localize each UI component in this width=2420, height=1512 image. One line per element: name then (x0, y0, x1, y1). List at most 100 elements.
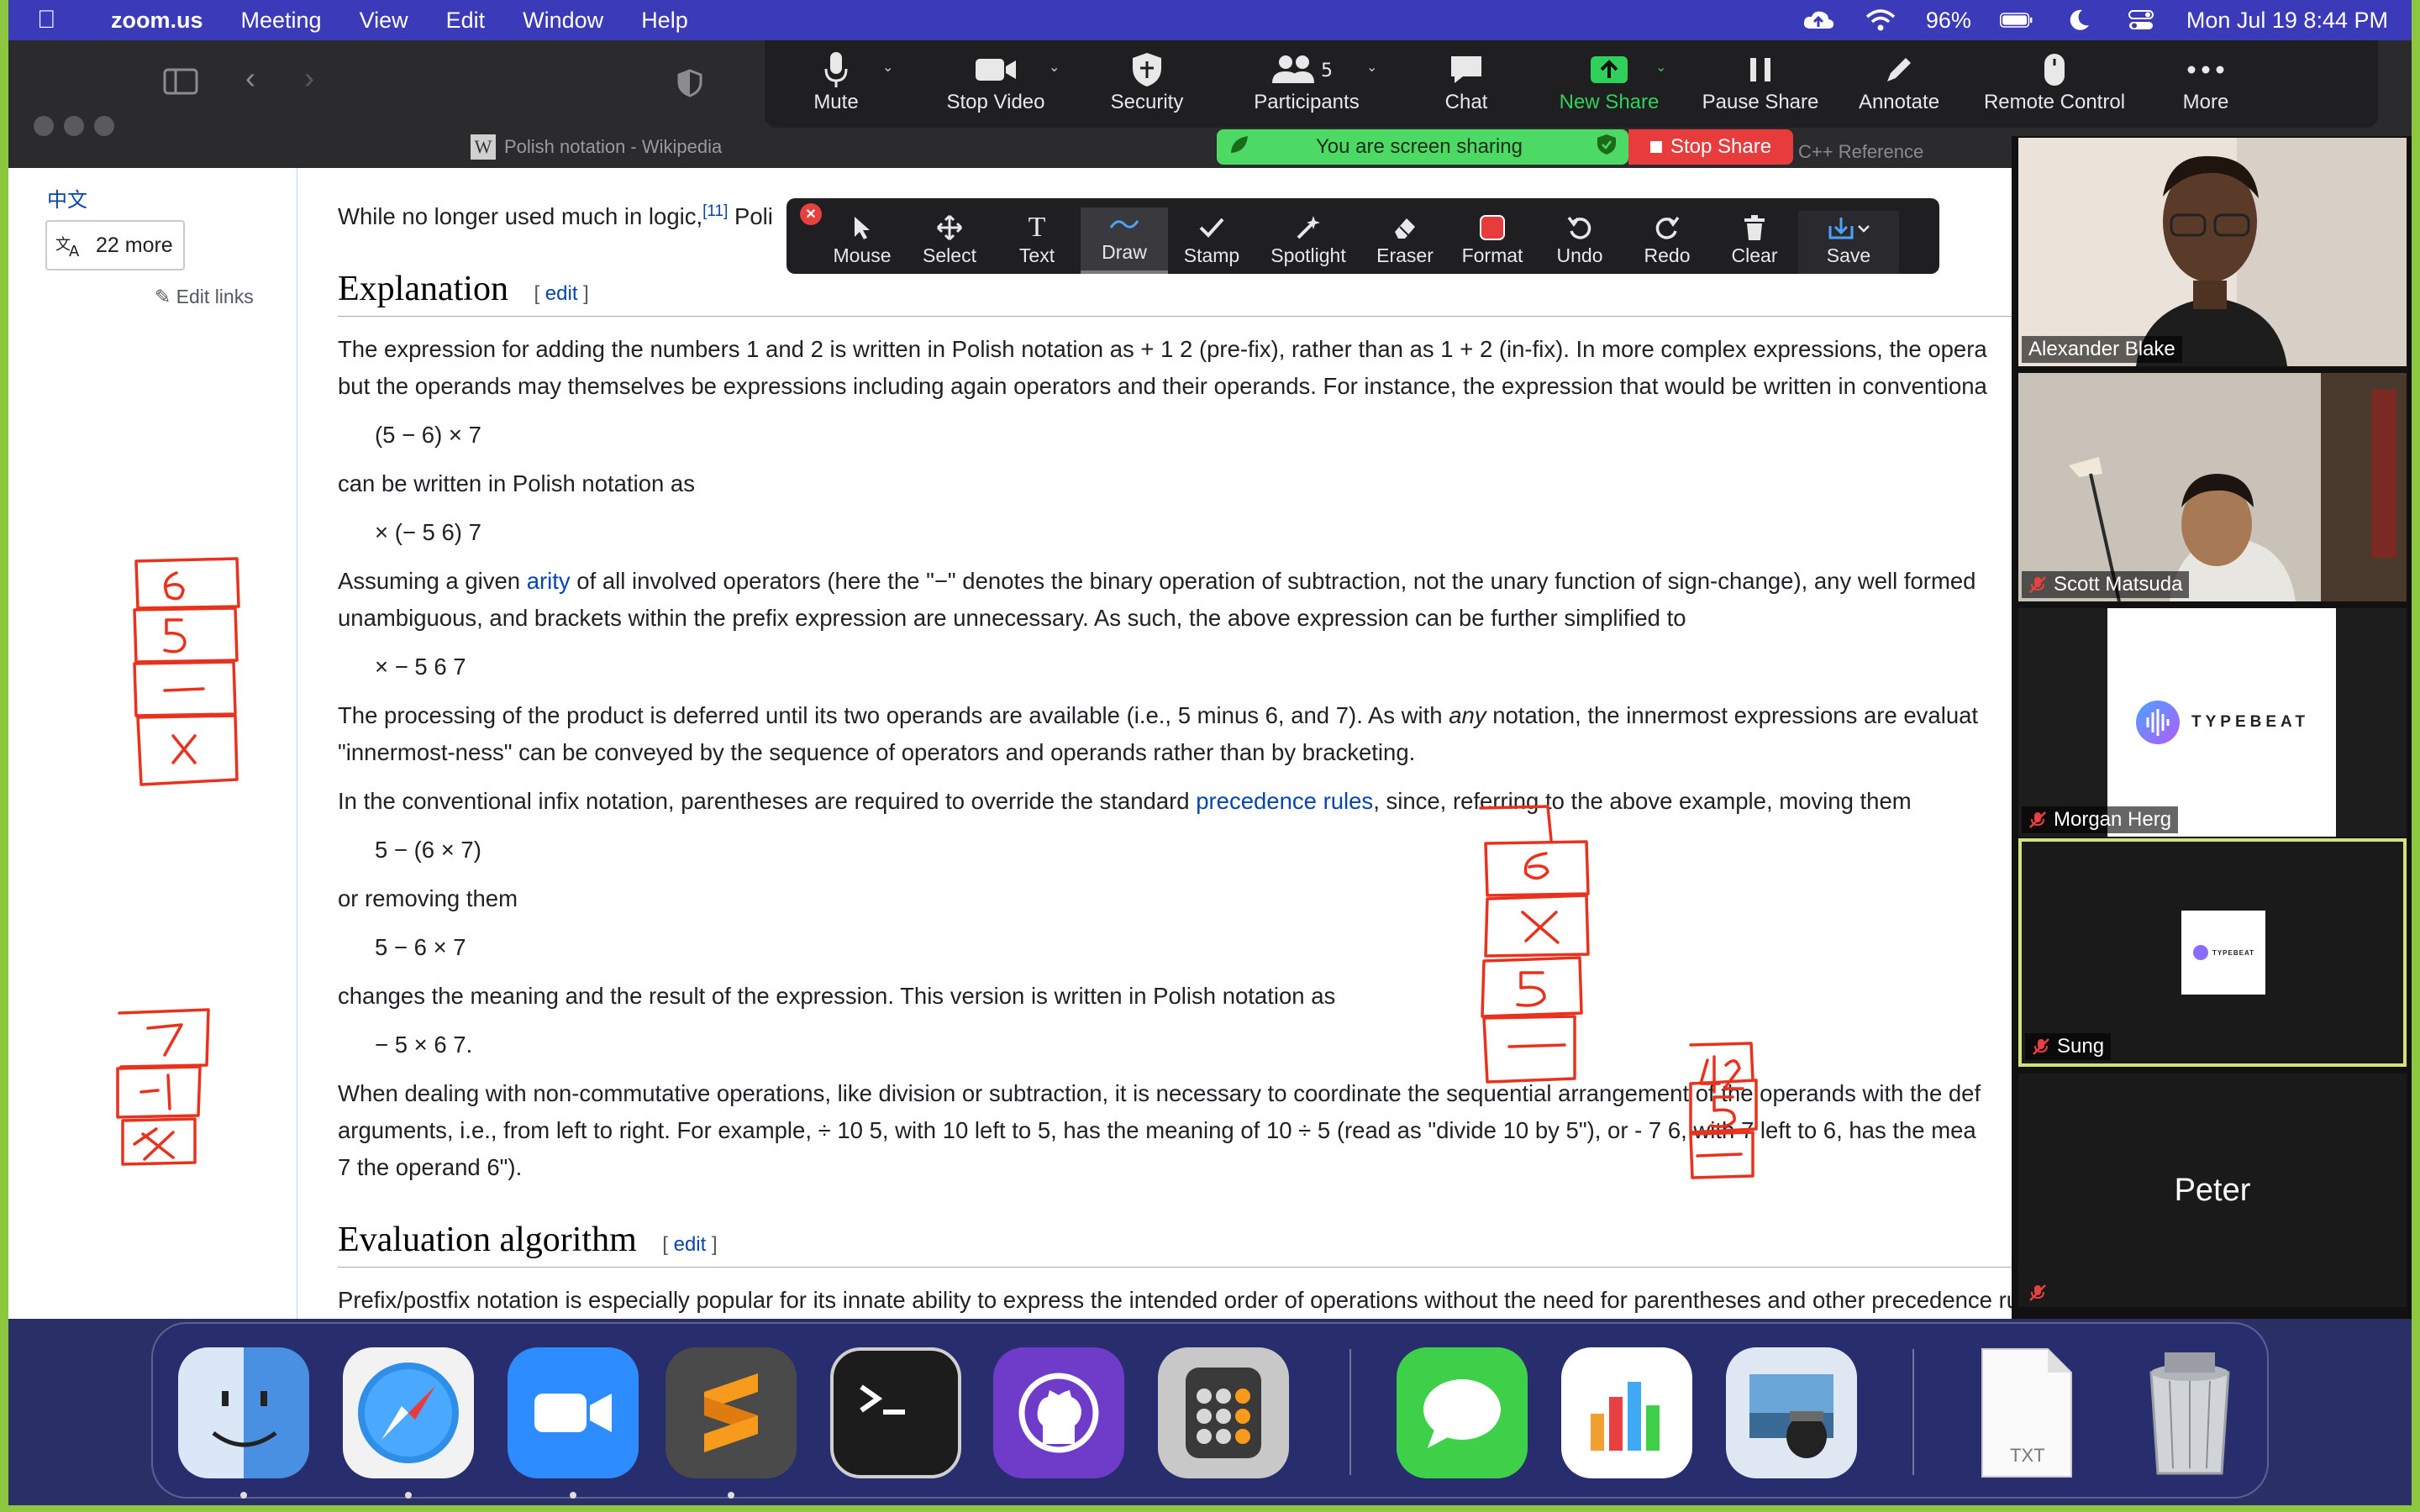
heading-text: Evaluation algorithm (338, 1221, 637, 1259)
annot-text-button[interactable]: T Text (993, 211, 1081, 274)
section-edit-link[interactable]: [ edit ] (534, 282, 588, 305)
language-link-zh[interactable]: 中文 (47, 183, 87, 213)
menu-clock[interactable]: Mon Jul 19 8:44 PM (2186, 8, 2388, 34)
browser-tab-right[interactable]: C++ Reference (1798, 141, 1923, 163)
battery-icon[interactable] (1999, 8, 2033, 33)
precedence-rules-link[interactable]: precedence rules (1196, 788, 1373, 814)
annot-mouse-button[interactable]: Mouse (818, 211, 906, 274)
annot-draw-button[interactable]: Draw (1081, 207, 1168, 274)
window-close-button[interactable] (34, 116, 54, 136)
arity-link[interactable]: arity (527, 568, 571, 594)
stop-share-label: Stop Share (1670, 135, 1772, 158)
annot-select-button[interactable]: Select (906, 211, 993, 274)
mute-button[interactable]: Mute ⌄ (765, 40, 908, 114)
annot-undo-label: Undo (1556, 244, 1603, 266)
article-paragraph: The expression for adding the numbers 1 … (338, 336, 1987, 362)
section-edit-link[interactable]: [ edit ] (662, 1233, 717, 1256)
github-desktop-icon[interactable] (993, 1347, 1124, 1478)
txt-file-icon[interactable]: TXT (1960, 1347, 2091, 1478)
terminal-icon[interactable] (830, 1347, 961, 1478)
annot-stamp-button[interactable]: Stamp (1168, 211, 1255, 274)
chevron-down-icon[interactable]: ⌄ (1655, 59, 1666, 76)
text-span: Assuming a given (338, 568, 527, 594)
chevron-down-icon[interactable]: ⌄ (882, 59, 893, 76)
trash-icon[interactable] (2124, 1347, 2255, 1478)
sublime-text-icon[interactable] (666, 1347, 797, 1478)
text-span: notation, the innermost expressions are … (1486, 702, 1979, 728)
annot-select-label: Select (923, 244, 976, 266)
muted-microphone-icon (2029, 576, 2046, 593)
menu-window[interactable]: Window (523, 8, 603, 34)
stop-video-button[interactable]: Stop Video ⌄ (908, 40, 1084, 114)
close-annotation-icon[interactable]: ✕ (800, 203, 822, 225)
more-button[interactable]: More (2143, 40, 2269, 114)
security-button[interactable]: Security (1084, 40, 1210, 114)
typebeat-wordmark: TYPEBEAT (2212, 948, 2255, 957)
finder-icon[interactable] (178, 1347, 309, 1478)
video-camera-icon (974, 49, 1018, 91)
forward-chevron-icon[interactable]: › (304, 60, 314, 96)
menu-edit[interactable]: Edit (446, 8, 486, 34)
save-download-icon (1827, 211, 1870, 244)
participant-tile-sung[interactable]: TYPEBEAT Sung (2018, 838, 2407, 1067)
annot-save-button[interactable]: Save (1798, 211, 1899, 274)
article-paragraph: changes the meaning and the result of th… (338, 983, 1336, 1009)
stop-share-button[interactable]: Stop Share (1628, 129, 1793, 165)
messages-icon[interactable] (1397, 1347, 1528, 1478)
participant-tile-morgan[interactable]: TYPEBEAT Morgan Herg (2018, 608, 2407, 837)
annot-clear-button[interactable]: Clear (1711, 211, 1798, 274)
annot-undo-button[interactable]: Undo (1536, 211, 1623, 274)
sharing-status-text: You are screen sharing (1316, 135, 1523, 158)
privacy-shield-icon[interactable] (677, 69, 702, 105)
control-center-icon[interactable] (2124, 8, 2158, 33)
chat-button[interactable]: Chat (1403, 40, 1529, 114)
window-zoom-button[interactable] (94, 116, 114, 136)
safari-icon[interactable] (343, 1347, 474, 1478)
screen-sharing-indicator[interactable]: You are screen sharing (1217, 129, 1628, 165)
browser-tab-title: Polish notation - Wikipedia (504, 136, 723, 157)
menu-view[interactable]: View (360, 8, 408, 34)
preview-icon[interactable] (1726, 1347, 1857, 1478)
moon-icon[interactable] (2062, 8, 2096, 33)
more-languages-button[interactable]: 文A 22 more (45, 220, 185, 270)
menu-app-name[interactable]: zoom.us (111, 8, 203, 34)
annot-spotlight-button[interactable]: Spotlight (1255, 211, 1361, 274)
wifi-icon[interactable] (1864, 8, 1897, 33)
remote-control-button[interactable]: Remote Control (1966, 40, 2143, 114)
annotate-button[interactable]: Annotate (1832, 40, 1966, 114)
citation-link[interactable]: [11] (702, 202, 728, 220)
pause-share-button[interactable]: Pause Share (1689, 40, 1832, 114)
cloud-upload-icon[interactable] (1802, 8, 1835, 33)
annot-eraser-button[interactable]: Eraser (1361, 211, 1449, 274)
edit-link[interactable]: edit (674, 1233, 707, 1256)
back-chevron-icon[interactable]: ‹ (245, 60, 255, 96)
annot-redo-button[interactable]: Redo (1623, 211, 1711, 274)
apple-icon[interactable]:  (37, 6, 71, 34)
left-sidebar: 中文 文A 22 more ✎ Edit links (8, 168, 297, 1319)
participant-tile-scott[interactable]: Scott Matsuda (2018, 373, 2407, 601)
section-heading-explanation: Explanation [ edit ] (338, 269, 589, 309)
menu-help[interactable]: Help (641, 8, 688, 34)
zoom-icon[interactable] (508, 1347, 639, 1478)
svg-text:5: 5 (1321, 60, 1333, 81)
annotate-label: Annotate (1858, 91, 1940, 113)
menu-meeting[interactable]: Meeting (241, 8, 322, 34)
edit-links-link[interactable]: ✎ Edit links (155, 286, 254, 308)
numbers-icon[interactable] (1561, 1347, 1692, 1478)
window-minimize-button[interactable] (64, 116, 84, 136)
chevron-down-icon[interactable]: ⌄ (1366, 59, 1377, 76)
participants-button[interactable]: 5 Participants ⌄ (1210, 40, 1403, 114)
new-share-button[interactable]: New Share ⌄ (1529, 40, 1689, 114)
participants-video-panel: Alexander Blake Scott Matsuda TYPEBEAT M… (2012, 136, 2412, 1319)
sidebar-toggle-icon[interactable] (163, 67, 198, 103)
annot-format-button[interactable]: Format (1449, 211, 1536, 274)
participant-tile-peter[interactable]: Peter (2018, 1074, 2407, 1307)
edit-link[interactable]: edit (545, 282, 578, 305)
chevron-down-icon[interactable]: ⌄ (1049, 59, 1060, 76)
article-paragraph: The processing of the product is deferre… (338, 697, 1978, 734)
calculator-icon[interactable] (1158, 1347, 1289, 1478)
zoom-meeting-controls: Mute ⌄ Stop Video ⌄ Security 5 Participa… (765, 40, 2378, 128)
participant-tile-alexander[interactable]: Alexander Blake (2018, 138, 2407, 366)
participant-name-label: Alexander Blake (2022, 336, 2182, 363)
browser-tab[interactable]: W Polish notation - Wikipedia (471, 134, 722, 160)
